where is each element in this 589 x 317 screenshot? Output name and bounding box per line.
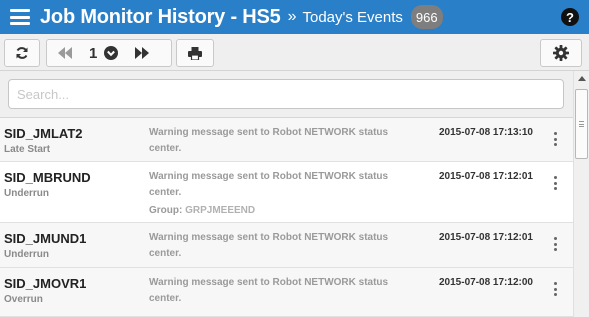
event-type: Underrun [4, 249, 49, 260]
gear-icon [553, 45, 569, 61]
menu-icon[interactable] [10, 9, 30, 25]
grip-icon [579, 121, 584, 127]
more-options-icon[interactable] [554, 282, 558, 296]
event-timestamp: 2015-07-08 17:13:10 [439, 127, 533, 138]
refresh-button[interactable] [4, 39, 40, 67]
breadcrumb-separator: » [287, 8, 297, 25]
job-name: SID_JMLAT2 [4, 126, 83, 141]
event-type: Overrun [4, 294, 43, 305]
more-options-icon[interactable] [554, 176, 558, 190]
event-list: SID_JMLAT2 Late Start Warning message se… [0, 118, 573, 317]
breadcrumb-todays-events[interactable]: Today's Events [302, 9, 402, 26]
help-icon[interactable]: ? [561, 8, 579, 26]
group-value: GRPJMEEEND [185, 205, 256, 216]
settings-button[interactable] [540, 39, 582, 67]
page-title: Job Monitor History - HS5 [40, 5, 281, 28]
first-page-icon [58, 47, 72, 59]
event-message: Warning message sent to Robot NETWORK st… [149, 232, 389, 259]
pager: 1 [46, 39, 172, 67]
print-icon [188, 46, 202, 60]
scroll-up-arrow-icon[interactable] [578, 76, 586, 81]
toolbar: 1 [0, 34, 589, 71]
event-count-badge: 966 [410, 5, 443, 29]
app-header: Job Monitor History - HS5 » Today's Even… [0, 0, 589, 34]
page-dropdown[interactable] [97, 40, 125, 66]
print-button[interactable] [176, 39, 214, 67]
event-message: Warning message sent to Robot NETWORK st… [149, 277, 389, 304]
more-options-icon[interactable] [554, 132, 558, 146]
scrollbar-thumb[interactable] [575, 89, 588, 159]
event-timestamp: 2015-07-08 17:12:01 [439, 232, 533, 243]
page-number: 1 [89, 44, 98, 62]
list-item[interactable]: SID_JMLAT2 Late Start Warning message se… [0, 118, 573, 162]
refresh-icon [16, 47, 28, 59]
list-item[interactable]: SID_MBRUND Underrun Warning message sent… [0, 162, 573, 223]
job-name: SID_MBRUND [4, 170, 91, 185]
last-page-icon [135, 47, 150, 59]
first-page-button[interactable] [47, 40, 83, 66]
event-message: Warning message sent to Robot NETWORK st… [149, 127, 389, 154]
event-timestamp: 2015-07-08 17:12:00 [439, 277, 533, 288]
event-group: Group: GRPJMEEEND [149, 205, 255, 216]
event-type: Late Start [4, 144, 51, 155]
last-page-button[interactable] [125, 40, 159, 66]
more-options-icon[interactable] [554, 237, 558, 251]
search-bar [0, 71, 573, 118]
event-type: Underrun [4, 188, 49, 199]
job-name: SID_JMUND1 [4, 231, 87, 246]
chevron-down-icon [104, 46, 119, 60]
job-name: SID_JMOVR1 [4, 276, 87, 291]
list-item[interactable]: SID_JMUND1 Underrun Warning message sent… [0, 223, 573, 268]
scrollbar[interactable] [573, 71, 589, 317]
event-timestamp: 2015-07-08 17:12:01 [439, 171, 533, 182]
list-item[interactable]: SID_JMOVR1 Overrun Warning message sent … [0, 268, 573, 317]
event-message: Warning message sent to Robot NETWORK st… [149, 171, 389, 198]
group-label: Group: [149, 205, 183, 216]
search-input[interactable] [8, 79, 564, 109]
